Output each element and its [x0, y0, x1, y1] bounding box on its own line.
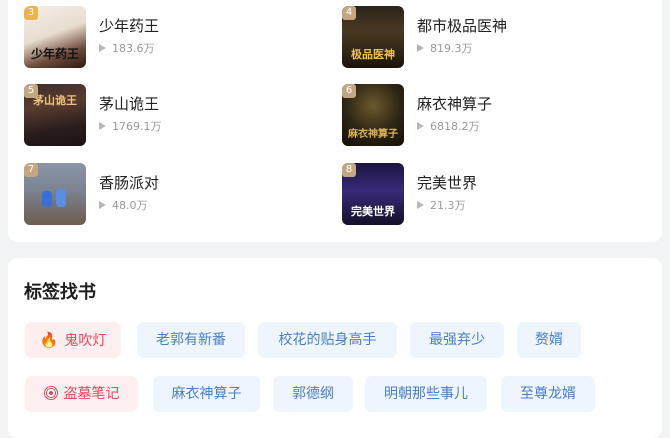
play-count: 183.6万: [112, 42, 155, 55]
play-count: 6818.2万: [430, 120, 480, 133]
tag-label: 至尊龙婿: [520, 386, 576, 402]
tag-chip[interactable]: 盗墓笔记: [25, 376, 138, 412]
book-item[interactable]: 完美世界 8 完美世界 21.3万: [342, 163, 477, 225]
tag-chip[interactable]: 🔥 鬼吹灯: [25, 322, 121, 358]
book-cover[interactable]: 麻衣神算子 6: [342, 84, 404, 146]
play-count: 819.3万: [430, 42, 473, 55]
play-count: 48.0万: [112, 199, 148, 212]
book-title[interactable]: 茅山诡王: [99, 94, 162, 114]
play-count: 1769.1万: [112, 120, 162, 133]
tag-chip[interactable]: 老郭有新番: [137, 322, 245, 358]
tag-label: 麻衣神算子: [171, 386, 242, 402]
book-cover[interactable]: 完美世界 8: [342, 163, 404, 225]
play-count: 21.3万: [430, 199, 466, 212]
cover-title: 完美世界: [351, 205, 395, 218]
play-icon: [417, 44, 424, 52]
tag-chip[interactable]: 郭德纲: [273, 376, 353, 412]
play-icon: [417, 201, 424, 209]
tag-chip[interactable]: 麻衣神算子: [153, 376, 260, 412]
tag-chip[interactable]: 校花的贴身高手: [258, 322, 397, 358]
figure-icon: [56, 189, 66, 207]
book-cover[interactable]: 茅山诡王 5: [24, 84, 86, 146]
book-item[interactable]: 茅山诡王 5 茅山诡王 1769.1万: [24, 84, 162, 146]
rank-badge: 6: [342, 84, 356, 98]
book-cover[interactable]: 7: [24, 163, 86, 225]
ranking-card: 少年药王 3 少年药王 183.6万 极品医神 4 都市极品医神 819.3万 …: [8, 0, 662, 242]
book-cover[interactable]: 少年药王 3: [24, 6, 86, 68]
tag-label: 郭德纲: [292, 386, 334, 402]
book-title[interactable]: 都市极品医神: [417, 16, 507, 36]
tag-chip[interactable]: 至尊龙婿: [501, 376, 595, 412]
rank-badge: 8: [342, 163, 356, 177]
book-item[interactable]: 少年药王 3 少年药王 183.6万: [24, 6, 159, 68]
fire-icon: 🔥: [39, 331, 59, 349]
tag-label: 赘婿: [535, 332, 563, 348]
figure-icon: [42, 191, 52, 207]
book-item[interactable]: 麻衣神算子 6 麻衣神算子 6818.2万: [342, 84, 492, 146]
play-icon: [417, 122, 424, 130]
book-item[interactable]: 极品医神 4 都市极品医神 819.3万: [342, 6, 507, 68]
target-icon: [43, 386, 58, 400]
tag-chip[interactable]: 最强弃少: [410, 322, 504, 358]
book-item[interactable]: 7 香肠派对 48.0万: [24, 163, 159, 225]
rank-badge: 3: [24, 6, 38, 20]
tag-search-card: 标签找书 🔥 鬼吹灯 老郭有新番 校花的贴身高手 最强弃少 赘婿 盗墓笔记 麻衣神…: [8, 258, 662, 438]
tag-label: 最强弃少: [429, 332, 485, 348]
tag-chip[interactable]: 明朝那些事儿: [365, 376, 487, 412]
tag-label: 老郭有新番: [156, 332, 226, 348]
book-title[interactable]: 麻衣神算子: [417, 94, 492, 114]
play-icon: [99, 44, 106, 52]
book-title[interactable]: 香肠派对: [99, 173, 159, 193]
book-title[interactable]: 少年药王: [99, 16, 159, 36]
cover-title: 少年药王: [30, 47, 79, 61]
book-title[interactable]: 完美世界: [417, 173, 477, 193]
tag-label: 鬼吹灯: [64, 333, 107, 349]
play-icon: [99, 201, 106, 209]
section-title: 标签找书: [24, 282, 96, 303]
tag-chip[interactable]: 赘婿: [517, 322, 581, 358]
rank-badge: 5: [24, 84, 38, 98]
tag-label: 盗墓笔记: [63, 386, 120, 402]
cover-title: 极品医神: [351, 48, 395, 61]
tag-label: 校花的贴身高手: [278, 332, 377, 348]
rank-badge: 7: [24, 163, 38, 177]
book-cover[interactable]: 极品医神 4: [342, 6, 404, 68]
cover-title: 麻衣神算子: [348, 129, 398, 140]
tag-label: 明朝那些事儿: [384, 386, 468, 402]
rank-badge: 4: [342, 6, 356, 20]
play-icon: [99, 122, 106, 130]
